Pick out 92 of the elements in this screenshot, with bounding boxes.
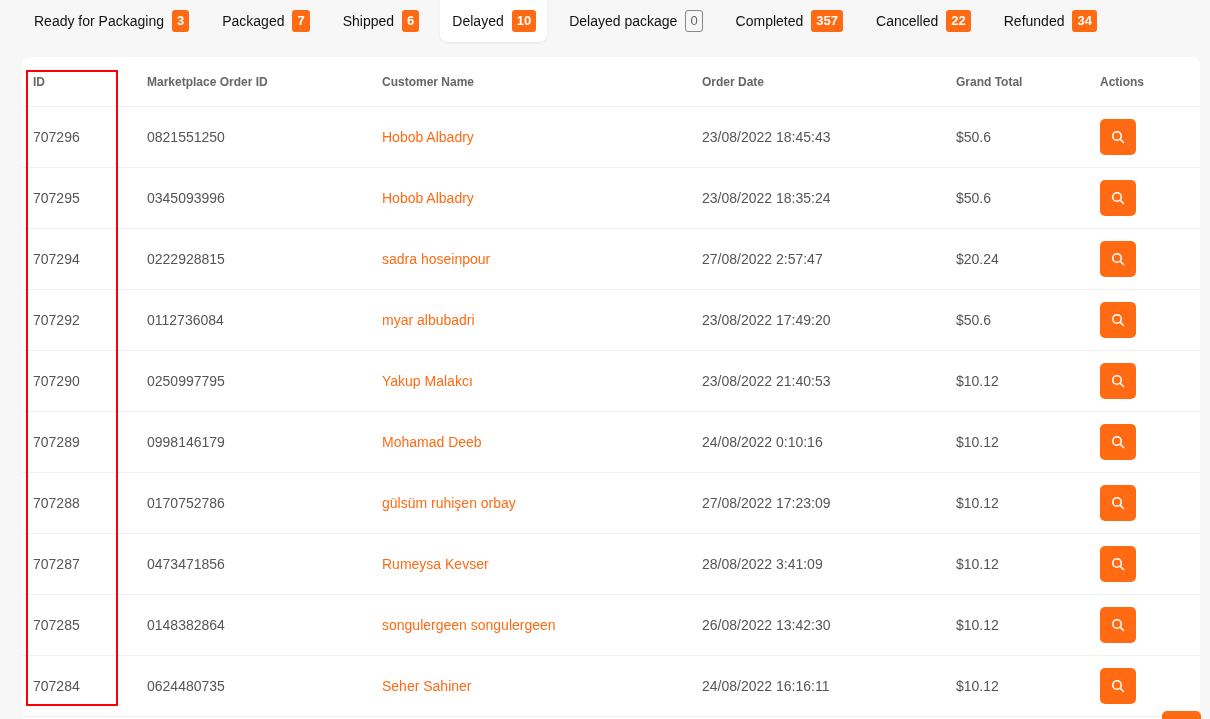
search-button[interactable] [1100, 668, 1136, 704]
table-cell-text: 23/08/2022 21:40:53 [702, 373, 832, 389]
table-cell-text: 707288 [33, 495, 81, 511]
customer-link[interactable]: Seher Sahiner [382, 678, 472, 694]
customer-link[interactable]: Rumeysa Kevser [382, 556, 489, 572]
table-cell-text: 707287 [33, 556, 81, 572]
count-badge: 6 [402, 10, 420, 32]
search-button[interactable] [1100, 119, 1136, 155]
table-cell-text: $10.12 [956, 556, 1000, 572]
table-cell-text: 0473471856 [147, 556, 226, 572]
customer-link[interactable]: Hobob Albadry [382, 190, 474, 206]
status-tab[interactable]: Completed 357 [723, 0, 854, 42]
search-icon [1111, 618, 1125, 632]
table-cell-text: 0112736084 [147, 312, 225, 328]
table-cell-text: $20.24 [956, 251, 1000, 267]
table-cell-text: $10.12 [956, 373, 1000, 389]
table-cell-text: $10.12 [956, 434, 1000, 450]
customer-link[interactable]: Mohamad Deeb [382, 434, 482, 450]
search-button[interactable] [1100, 363, 1136, 399]
customer-link[interactable]: myar albubadri [382, 312, 475, 328]
search-button[interactable] [1100, 302, 1136, 338]
table-cell-text: 707289 [33, 434, 81, 450]
count-badge: 0 [685, 10, 703, 32]
table-cell-text: 707290 [33, 373, 81, 389]
table-cell-text: 23/08/2022 18:45:43 [702, 129, 832, 145]
count-badge: 3 [171, 10, 190, 32]
search-icon [1111, 130, 1125, 144]
table-cell-text: $10.12 [956, 617, 1000, 633]
search-icon [1111, 313, 1125, 327]
search-icon [1111, 252, 1125, 266]
table-cell-text: $50.6 [956, 190, 993, 206]
count-badge: 10 [511, 10, 537, 32]
table-cell-text: 0345093996 [147, 190, 226, 206]
table-cell-text: 0250997795 [147, 373, 226, 389]
search-icon [1111, 191, 1125, 205]
status-tab[interactable]: Shipped 6 [330, 0, 431, 42]
status-tab[interactable]: Delayed package 0 [557, 0, 714, 42]
status-tab[interactable]: Refunded 34 [991, 0, 1108, 42]
table-cell-text: 707296 [33, 129, 81, 145]
search-button[interactable] [1100, 241, 1136, 277]
table-cell-text: 28/08/2022 3:41:09 [702, 556, 824, 572]
search-icon [1111, 496, 1125, 510]
customer-link[interactable]: Hobob Albadry [382, 129, 474, 145]
table-cell-text: 707285 [33, 617, 81, 633]
table-cell-text: 23/08/2022 17:49:20 [702, 312, 832, 328]
search-button[interactable] [1100, 485, 1136, 521]
table-cell-text: 0998146179 [147, 434, 226, 450]
table-cell-text: 707295 [33, 190, 81, 206]
table-cell-text: 707284 [33, 678, 81, 694]
column-header: Actions [1100, 74, 1145, 89]
column-header: Marketplace Order ID [147, 74, 269, 89]
table-cell-text: 0170752786 [147, 495, 226, 511]
count-badge: 34 [1072, 10, 1097, 32]
count-badge: 7 [292, 10, 310, 32]
customer-link[interactable]: sadra hoseinpour [382, 251, 491, 267]
count-badge: 22 [946, 10, 971, 32]
search-icon [1111, 374, 1125, 388]
status-tab[interactable]: Ready for Packaging 3 [22, 0, 201, 42]
table-cell-text: 0624480735 [147, 678, 226, 694]
table-cell-text: 24/08/2022 16:16:11 [702, 678, 831, 694]
customer-link[interactable]: Yakup Malakcı [382, 373, 473, 389]
table-cell-text: 707292 [33, 312, 81, 328]
search-button[interactable] [1100, 607, 1136, 643]
status-tab[interactable]: Delayed 10 [440, 0, 548, 42]
search-button[interactable] [1100, 180, 1136, 216]
column-header: Order Date [702, 74, 766, 89]
table-cell-text: $10.12 [956, 678, 1000, 694]
search-icon [1111, 557, 1125, 571]
status-tab[interactable]: Packaged 7 [210, 0, 321, 42]
table-cell-text: 26/08/2022 13:42:30 [702, 617, 832, 633]
column-header: ID [33, 74, 46, 89]
table-cell-text: 23/08/2022 18:35:24 [702, 190, 832, 206]
column-header: Grand Total [956, 74, 1024, 89]
table-cell-text: 27/08/2022 2:57:47 [702, 251, 824, 267]
table-cell-text: 27/08/2022 17:23:09 [702, 495, 832, 511]
table-cell-text: 0148382864 [147, 617, 226, 633]
table-cell-text: $50.6 [956, 312, 993, 328]
search-button[interactable] [1100, 424, 1136, 460]
search-icon [1111, 435, 1125, 449]
search-icon [1111, 679, 1125, 693]
table-cell-text: 24/08/2022 0:10:16 [702, 434, 824, 450]
column-header: Customer Name [382, 74, 476, 89]
table-cell-text: $10.12 [956, 495, 1000, 511]
customer-link[interactable]: songulergeen songulergeen [382, 617, 556, 633]
table-cell-text: 707294 [33, 251, 81, 267]
table-cell-text: 0821551250 [147, 129, 226, 145]
count-badge: 357 [811, 10, 843, 32]
customer-link[interactable]: gülsüm ruhişen orbay [382, 495, 516, 511]
search-button[interactable] [1100, 546, 1136, 582]
table-cell-text: 0222928815 [147, 251, 226, 267]
table-cell-text: $50.6 [956, 129, 993, 145]
status-tab[interactable]: Cancelled 22 [864, 0, 982, 42]
